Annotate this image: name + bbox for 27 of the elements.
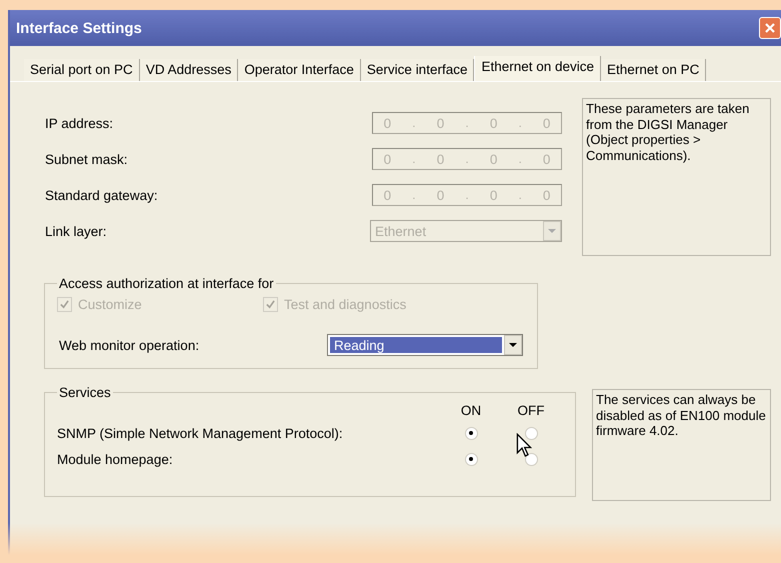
field-label: Standard gateway:	[45, 188, 158, 202]
close-button[interactable]	[759, 17, 781, 39]
field-label: Subnet mask:	[45, 152, 128, 166]
mouse-cursor-icon	[516, 433, 532, 458]
service-label: Module homepage:	[57, 452, 174, 466]
checkmark-icon	[60, 300, 69, 309]
checkmark-icon	[266, 300, 275, 309]
column-header: ON	[460, 402, 482, 418]
field-label: IP address:	[45, 116, 114, 130]
tab[interactable]: Ethernet on device	[474, 56, 602, 81]
radio-button[interactable]	[524, 452, 538, 466]
radio-button[interactable]	[464, 426, 478, 440]
group-title: Services	[58, 385, 112, 400]
column-header: OFF	[516, 402, 546, 418]
field-label: Link layer:	[45, 224, 107, 238]
radio-button[interactable]	[464, 452, 478, 466]
caret-icon	[509, 343, 517, 347]
caret-icon	[548, 229, 556, 233]
web-monitor-dropdown[interactable]: Reading	[327, 334, 523, 356]
service-label: SNMP (Simple Network Management Protocol):	[57, 426, 344, 440]
group-title: Access authorization at interface for	[58, 276, 275, 291]
info-note: The services can always be disabled as of EN100 module firmware 4.02.	[592, 389, 771, 501]
info-note: These parameters are taken from the DIGSI Manager (Object properties > Communications).	[582, 98, 771, 256]
window-title: Interface Settings	[16, 20, 142, 36]
close-icon	[764, 22, 776, 34]
radio-button[interactable]	[524, 426, 538, 440]
field-label: Web monitor operation:	[59, 338, 200, 352]
